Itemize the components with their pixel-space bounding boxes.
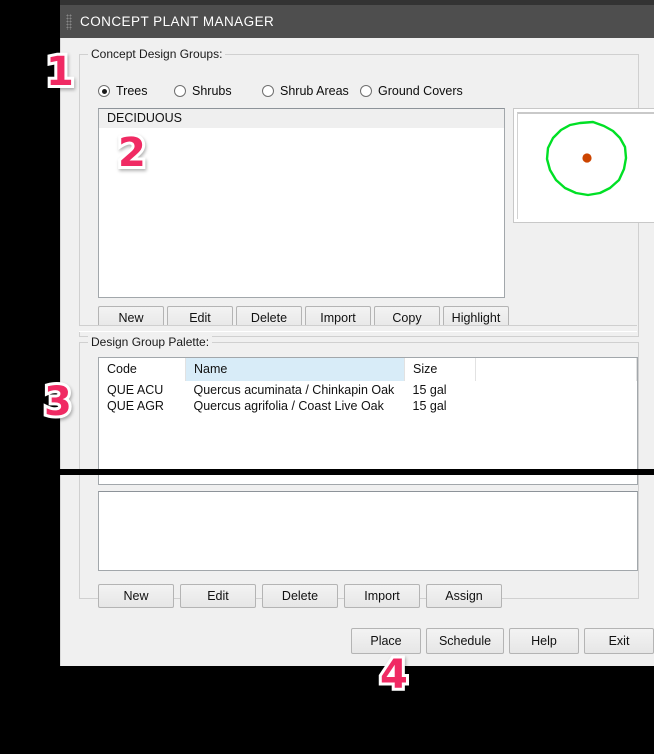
- radio-ground-covers-label: Ground Covers: [378, 84, 463, 98]
- palette-import-button[interactable]: Import: [344, 584, 420, 608]
- palette-col-code[interactable]: Code: [99, 358, 186, 382]
- cell-name: Quercus agrifolia / Coast Live Oak: [193, 399, 384, 413]
- palette-assign-button[interactable]: Assign: [426, 584, 502, 608]
- place-button[interactable]: Place: [351, 628, 421, 654]
- palette-col-size[interactable]: Size: [404, 358, 476, 382]
- radio-shrub-areas[interactable]: Shrub Areas: [262, 81, 349, 101]
- radio-shrub-areas-indicator-icon: [262, 85, 274, 97]
- palette-col-name[interactable]: Name: [185, 358, 405, 382]
- radio-ground-covers-indicator-icon: [360, 85, 372, 97]
- dialog-client-area: Concept Design Groups: Trees Shrubs Shru…: [60, 38, 654, 666]
- palette-new-button[interactable]: New: [98, 584, 174, 608]
- screenshot-stitch-band: [0, 469, 654, 475]
- schedule-button[interactable]: Schedule: [426, 628, 504, 654]
- concept-design-groups-group: Concept Design Groups: Trees Shrubs Shru…: [79, 47, 654, 337]
- window-title: CONCEPT PLANT MANAGER: [80, 14, 275, 29]
- palette-edit-button[interactable]: Edit: [180, 584, 256, 608]
- annotation-badge-1-label: 1: [43, 49, 77, 95]
- cell-name: Quercus acuminata / Chinkapin Oak: [193, 383, 395, 397]
- table-row[interactable]: QUE AGR Quercus agrifolia / Coast Live O…: [99, 398, 637, 414]
- palette-table[interactable]: Code Name Size QUE ACU Quercus acuminata…: [98, 357, 638, 485]
- palette-detail-listbox[interactable]: [98, 491, 638, 571]
- exit-button[interactable]: Exit: [584, 628, 654, 654]
- cell-code: QUE ACU: [107, 383, 164, 397]
- palette-header-row: Code Name Size: [99, 358, 637, 382]
- help-button[interactable]: Help: [509, 628, 579, 654]
- tree-symbol-preview: [513, 108, 654, 223]
- title-bar[interactable]: CONCEPT PLANT MANAGER: [60, 5, 654, 38]
- cell-code: QUE AGR: [107, 399, 164, 413]
- annotation-badge-2: 2: [115, 130, 149, 176]
- concept-design-groups-label: Concept Design Groups:: [88, 47, 226, 61]
- radio-shrubs-label: Shrubs: [192, 84, 232, 98]
- radio-trees[interactable]: Trees: [98, 81, 148, 101]
- radio-shrub-areas-label: Shrub Areas: [280, 84, 349, 98]
- radio-shrubs[interactable]: Shrubs: [174, 81, 232, 101]
- table-row[interactable]: QUE ACU Quercus acuminata / Chinkapin Oa…: [99, 382, 637, 399]
- cell-spacer: [476, 398, 637, 414]
- radio-trees-label: Trees: [116, 84, 148, 98]
- list-item-deciduous[interactable]: DECIDUOUS: [99, 109, 504, 128]
- panel-splitter[interactable]: [79, 325, 637, 332]
- design-group-type-radio-group: Trees Shrubs Shrub Areas Ground Covers: [98, 81, 618, 101]
- annotation-badge-2-label: 2: [115, 130, 149, 176]
- tree-symbol-graphic: [545, 120, 628, 197]
- annotation-badge-1: 1: [43, 49, 77, 95]
- concept-plant-manager-dialog: CONCEPT PLANT MANAGER Concept Design Gro…: [60, 0, 654, 666]
- annotation-badge-3-label: 3: [41, 379, 75, 425]
- palette-col-spacer: [475, 358, 637, 382]
- palette-delete-button[interactable]: Delete: [262, 584, 338, 608]
- drag-grip-dots-icon[interactable]: [66, 13, 72, 30]
- palette-grid: Code Name Size QUE ACU Quercus acuminata…: [99, 358, 637, 414]
- radio-ground-covers[interactable]: Ground Covers: [360, 81, 463, 101]
- radio-shrubs-indicator-icon: [174, 85, 186, 97]
- design-group-palette-label: Design Group Palette:: [88, 335, 213, 349]
- design-groups-listbox[interactable]: DECIDUOUS: [98, 108, 505, 298]
- annotation-badge-4: 4: [377, 652, 411, 698]
- cell-size: 15 gal: [412, 383, 447, 397]
- cell-spacer: [476, 382, 637, 399]
- annotation-badge-4-label: 4: [377, 652, 411, 698]
- cell-size: 15 gal: [412, 399, 447, 413]
- radio-trees-indicator-icon: [98, 85, 110, 97]
- annotation-badge-3: 3: [41, 379, 75, 425]
